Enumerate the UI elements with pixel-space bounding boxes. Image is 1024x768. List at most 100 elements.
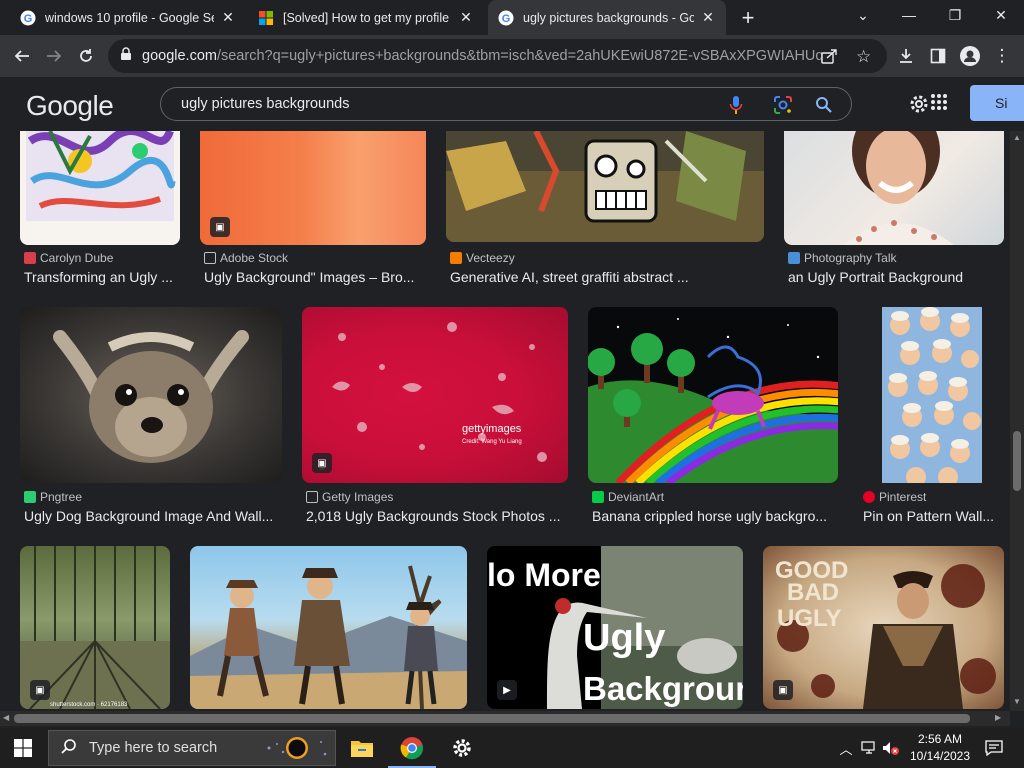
result-caption[interactable]: Transforming an Ugly ... [24, 269, 184, 285]
photography-talk-favicon-icon [788, 252, 800, 264]
svg-text:G: G [24, 13, 33, 25]
getty-credit: Credit: Wang Yu Liang [462, 439, 522, 445]
search-icon [61, 738, 77, 759]
scroll-left-icon[interactable]: ◀ [3, 713, 9, 722]
site-favicon-icon [24, 252, 36, 264]
result-thumbnail-woman-portrait[interactable] [784, 131, 1004, 245]
result-thumbnail-orange-texture[interactable]: ▣ [200, 131, 426, 245]
close-tab-icon[interactable]: ✕ [220, 9, 236, 26]
new-tab-icon[interactable]: + [736, 5, 760, 30]
horizontal-scrollbar[interactable]: ◀ ▶ [0, 711, 1010, 726]
scroll-right-icon[interactable]: ▶ [995, 713, 1001, 722]
horizontal-scroll-thumb[interactable] [14, 714, 970, 723]
result-caption[interactable]: Ugly Background" Images – Bro... [204, 269, 426, 285]
file-explorer-icon[interactable] [350, 738, 374, 763]
profile-avatar-icon[interactable] [954, 40, 986, 72]
search-icon[interactable] [815, 96, 833, 119]
result-caption[interactable]: Pin on Pattern Wall... [863, 508, 1004, 524]
tab-ugly-backgrounds[interactable]: G ugly pictures backgrounds - Goo ✕ [488, 0, 726, 35]
reload-icon[interactable] [70, 40, 102, 72]
windows-taskbar: Type here to search ︿ 2:56 AM 10/14/2023 [0, 728, 1024, 768]
tray-chevron-up-icon[interactable]: ︿ [836, 728, 856, 768]
lens-camera-icon[interactable] [773, 95, 793, 120]
svg-text:G: G [502, 13, 511, 25]
vertical-scroll-thumb[interactable] [1013, 431, 1021, 491]
result-source[interactable]: DeviantArt [592, 490, 664, 504]
taskbar-chrome-app[interactable] [388, 728, 436, 768]
result-caption[interactable]: Generative AI, street graffiti abstract … [450, 269, 764, 285]
close-tab-icon[interactable]: ✕ [700, 9, 716, 26]
result-thumbnail-no-more-ugly-backgrounds[interactable]: lo More Ugly Backgrounds ▶ [487, 546, 743, 709]
system-clock[interactable]: 2:56 AM 10/14/2023 [900, 731, 980, 765]
tab-title: windows 10 profile - Google Sear [45, 10, 214, 25]
restore-icon[interactable]: ❐ [932, 0, 978, 30]
result-thumbnail-collage[interactable] [20, 131, 180, 245]
scroll-up-icon[interactable]: ▲ [1013, 133, 1021, 142]
scroll-down-icon[interactable]: ▼ [1013, 697, 1021, 706]
pinterest-favicon-icon [863, 491, 875, 503]
tab-windows-profile[interactable]: G windows 10 profile - Google Sear ✕ [10, 0, 246, 35]
taskbar-search-box[interactable]: Type here to search [48, 730, 336, 766]
result-source[interactable]: Pngtree [24, 490, 82, 504]
result-source[interactable]: Carolyn Dube [24, 251, 113, 265]
result-caption[interactable]: Banana crippled horse ugly backgro... [592, 508, 838, 524]
result-source[interactable]: Photography Talk [788, 251, 897, 265]
settings-gear-icon [451, 737, 473, 764]
sign-in-button[interactable]: Si [970, 85, 1024, 121]
getty-watermark: gettyimages [462, 423, 522, 435]
result-thumbnail-ugly-dog[interactable] [20, 307, 282, 483]
tab-strip: G windows 10 profile - Google Sear ✕ [So… [0, 0, 1024, 35]
chrome-icon [400, 736, 424, 765]
menu-kebab-icon[interactable]: ⋮ [986, 40, 1018, 72]
tab-search-chevron-down-icon[interactable]: ⌄ [840, 0, 886, 30]
ugly-title-text: UGLY [777, 605, 841, 632]
bad-text: BAD [787, 579, 839, 606]
window-close-icon[interactable]: ✕ [978, 0, 1024, 30]
no-more-text: lo More [487, 557, 601, 593]
tab-solved-profile[interactable]: [Solved] How to get my profile p ✕ [248, 0, 484, 35]
share-icon[interactable] [820, 47, 838, 70]
google-header: Google ugly pictures backgrounds Si [0, 77, 1024, 131]
result-thumbnail-graffiti[interactable] [446, 131, 764, 242]
download-icon[interactable] [890, 40, 922, 72]
image-badge-icon: ▣ [773, 680, 793, 700]
result-source[interactable]: Adobe Stock [204, 251, 288, 265]
windows-start-icon[interactable] [14, 739, 32, 762]
pngtree-favicon-icon [24, 491, 36, 503]
volume-muted-icon[interactable] [880, 728, 902, 768]
back-arrow-icon[interactable] [6, 40, 38, 72]
lock-icon[interactable] [120, 46, 132, 66]
apps-grid-icon[interactable] [930, 93, 948, 116]
vertical-scrollbar[interactable]: ▲ ▼ [1010, 131, 1024, 711]
address-bar[interactable]: google.com/search?q=ugly+pictures+backgr… [108, 39, 887, 73]
result-thumbnail-red-texture[interactable]: gettyimages Credit: Wang Yu Liang ▣ [302, 307, 568, 483]
settings-gear-icon[interactable] [908, 93, 930, 120]
result-thumbnail-good-bad-ugly[interactable]: GOOD BAD UGLY ▣ [763, 546, 1004, 709]
google-logo[interactable]: Google [26, 90, 114, 122]
result-thumbnail-rainbow-horse[interactable] [588, 307, 838, 483]
result-thumbnail-wood-room[interactable]: shutterstock.com · 62176183 ▣ [20, 546, 170, 709]
tab-title: [Solved] How to get my profile p [283, 10, 452, 25]
notifications-icon[interactable] [980, 728, 1008, 768]
side-panel-icon[interactable] [922, 40, 954, 72]
google-favicon-icon: G [20, 10, 36, 26]
microphone-icon[interactable] [729, 95, 743, 120]
result-source[interactable]: Vecteezy [450, 251, 515, 265]
getty-favicon-icon [306, 491, 318, 503]
search-box[interactable]: ugly pictures backgrounds [160, 87, 852, 121]
result-thumbnail-pattern-wall[interactable] [858, 307, 1004, 483]
result-caption[interactable]: Ugly Dog Background Image And Wall... [24, 508, 282, 524]
result-source[interactable]: Getty Images [306, 490, 393, 504]
taskbar-settings-app[interactable] [438, 728, 486, 768]
bookmark-star-icon[interactable]: ☆ [856, 47, 871, 67]
close-tab-icon[interactable]: ✕ [458, 9, 474, 26]
result-caption[interactable]: an Ugly Portrait Background [788, 269, 1004, 285]
ugly-text: Ugly [583, 617, 665, 659]
search-input[interactable]: ugly pictures backgrounds [181, 96, 349, 112]
result-source[interactable]: Pinterest [863, 490, 926, 504]
forward-arrow-icon[interactable] [38, 40, 70, 72]
network-icon[interactable] [858, 728, 880, 768]
minimize-icon[interactable]: — [886, 0, 932, 30]
result-caption[interactable]: 2,018 Ugly Backgrounds Stock Photos ... [306, 508, 568, 524]
result-thumbnail-cartoon-cowboys[interactable] [190, 546, 467, 709]
